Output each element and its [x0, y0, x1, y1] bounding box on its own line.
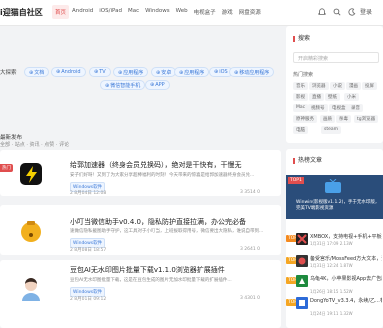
hot-search-tag[interactable]: 直播 — [309, 93, 324, 101]
post-card[interactable]: 豆包AI无水印图片批量下载v1.1.0浏览器扩展插件 豆包AI无水印图批量下载，… — [0, 260, 281, 328]
hot-search-tag[interactable]: steam — [321, 126, 342, 134]
post-desc: 安子们好呀！又到了为大家分享超棒福利的时刻！今天带来的惊喜是给郭加速器终身会员兑… — [70, 173, 255, 178]
tag-cloud-label: 大探索 — [0, 70, 17, 76]
post-stats: 3 2641 0 — [240, 247, 261, 252]
tag-pill[interactable]: ⊕移动应用程序 — [229, 67, 275, 77]
hot-search-tag[interactable]: 壁纸 — [325, 93, 340, 101]
login-link[interactable]: 登录 — [360, 7, 372, 16]
hot-search-tag[interactable]: 小说 — [330, 82, 345, 90]
post-stats: 3 3514 0 — [240, 190, 261, 195]
post-title[interactable]: 给郭加速器（终身会员兑换码），绝对是干快有，干慢无 — [70, 160, 242, 170]
latest-title: 最新发布 — [0, 135, 23, 141]
nav-android[interactable]: Android — [69, 5, 96, 19]
hot-top-card[interactable]: TOP1 Winwin(影视版v1.1.2)，手于无水印版，完美TV端影视资源 — [286, 175, 383, 219]
post-card[interactable]: 热门 给郭加速器（终身会员兑换码），绝对是干快有，干慢无 安子们好呀！又到了为大… — [0, 150, 281, 196]
rank-meta: 1月31日 17:09 2.13W — [310, 241, 353, 246]
post-desc: 速做信隐私截图助手守护，这工具对于小叮当，上班拔取得用号，微信要出大隐私，谁说自… — [70, 229, 264, 234]
tag-cloud: 大探索 ⊕文档 ⊕Android ⊕TV ⊕应用程序 ⊕安卓 ⊕应用程序 ⊕iO… — [0, 26, 281, 104]
nav-mac[interactable]: Mac — [125, 5, 142, 19]
tag-pill[interactable]: ⊕文档 — [24, 67, 50, 77]
search-icon[interactable] — [333, 8, 341, 16]
nav-games[interactable]: 游戏 — [219, 5, 236, 19]
bell-icon[interactable] — [318, 8, 326, 16]
hot-search-tag[interactable]: 杀毒 — [336, 115, 351, 123]
nav-home[interactable]: 首页 — [52, 5, 70, 19]
post-card[interactable]: 小叮当微信助手v0.4.0，隐私防护直接拉满，办公完必备 速做信隐私截图助手守护… — [0, 205, 281, 255]
tag-pill[interactable]: ⊕安卓 — [151, 67, 177, 77]
hot-search-tag[interactable]: Mac — [293, 104, 309, 112]
tag-pill[interactable]: ⊕Android — [51, 67, 86, 77]
rank-meta: 1月24日 19:11 1.32W — [310, 311, 353, 316]
hot-search-tag[interactable]: 原神服务 — [293, 115, 317, 123]
rank-title[interactable]: 备受宫乐/MossFeed方大文本，资源已全部直播应用中 — [310, 255, 382, 262]
post-title[interactable]: 小叮当微信助手v0.4.0，隐私防护直接拉满，办公完必备 — [70, 217, 246, 227]
nav-ios[interactable]: iOS/iPad — [96, 5, 125, 19]
post-stats: 3 4301 0 — [240, 296, 261, 301]
post-title[interactable]: 豆包AI无水印图片批量下载v1.1.0浏览器扩展插件 — [70, 265, 225, 275]
theme-toggle-icon[interactable] — [348, 8, 356, 16]
hot-search-tag[interactable]: tg浏览器 — [354, 115, 379, 123]
post-date: 2 8月08日 18:57 — [70, 248, 107, 253]
top1-title[interactable]: Winwin(影视版v1.1.2)，手于无水印版，完美TV端影视资源 — [296, 200, 380, 212]
tag-pill[interactable]: ⊕APP — [145, 80, 170, 90]
post-thumbnail[interactable] — [18, 218, 44, 244]
rank-meta: 1月31日 12:24 1.87W — [310, 263, 353, 268]
hot-badge: 热门 — [0, 164, 13, 172]
sidebar-search-panel: 搜索 开启精彩搜索 热门搜索 音乐 浏览器 小说 漫画 投屏 影视 直播 壁纸 … — [286, 26, 383, 143]
hot-search-tag[interactable]: 画质 — [320, 115, 335, 123]
nav-netdisk[interactable]: 网盘资源 — [236, 5, 264, 19]
post-desc: 豆包AI无水印图批量下载，这是在豆包生成的图片无加水印批量下载的扩展插件... — [70, 278, 232, 283]
post-date: 2 8月01日 09:12 — [70, 297, 107, 302]
tag-pill[interactable]: ⊕TV — [89, 67, 111, 77]
latest-filter[interactable]: 全部 · 站点 · 资讯 · 点赞 · 评论 — [0, 141, 69, 148]
nav-web[interactable]: Web — [173, 5, 191, 19]
site-logo[interactable]: i迎猫自社区 — [0, 7, 43, 18]
hot-search-tag[interactable]: 录音 — [348, 104, 363, 112]
hot-search-tag[interactable]: 影视 — [293, 93, 308, 101]
search-panel-title: 搜索 — [293, 33, 310, 42]
sidebar-hot-panel: 热榜文章 TOP1 Winwin(影视版v1.1.2)，手于无水印版，完美TV端… — [286, 149, 383, 328]
hot-search-tag[interactable]: 漫画 — [346, 82, 361, 90]
post-thumbnail[interactable] — [18, 275, 44, 301]
rank-title[interactable]: XMBOX，支持电视+手机+平板播放资源APP — [310, 233, 382, 240]
tag-pill[interactable]: ⊕微信智能手机 — [100, 80, 146, 90]
rank-title[interactable]: DongYoTV_v3.3.4，永续/乙...有个超好很适合看的好物 — [310, 297, 382, 304]
post-thumbnail[interactable] — [18, 161, 44, 187]
rank-thumbnail[interactable] — [296, 275, 308, 287]
tv-icon — [325, 179, 341, 193]
post-date: 2 8月04日 12:08 — [70, 191, 107, 196]
hot-panel-title: 热榜文章 — [293, 155, 322, 164]
rank-thumbnail[interactable] — [296, 255, 308, 267]
hot-search-tag[interactable]: 电视盒 — [329, 104, 349, 112]
tag-pill[interactable]: ⊕应用程序 — [113, 67, 149, 77]
rank-title[interactable]: 乌龟4K，小苹果影视App去广告版，资源完整，还能在电视上用 — [310, 275, 382, 282]
hot-search-tag[interactable]: 小米 — [344, 93, 359, 101]
hot-search-label: 热门搜索 — [293, 72, 314, 78]
tag-pill[interactable]: ⊕应用程序 — [174, 67, 210, 77]
main-nav: 首页 Android iOS/iPad Mac Windows Web 电视盒子… — [52, 5, 264, 19]
hot-search-tag[interactable]: 电脑 — [293, 126, 308, 134]
hot-search-tag[interactable]: 浏览器 — [309, 82, 329, 90]
rank-thumbnail[interactable] — [296, 297, 308, 309]
hot-search-tag[interactable]: 投屏 — [362, 82, 377, 90]
top-navigation-bar: i迎猫自社区 首页 Android iOS/iPad Mac Windows W… — [0, 0, 383, 26]
rank-thumbnail[interactable] — [296, 233, 308, 245]
sidebar-search-input[interactable]: 开启精彩搜索 — [293, 52, 379, 63]
nav-windows[interactable]: Windows — [142, 5, 173, 19]
rank-meta: 1月26日 18:15 1.52W — [310, 289, 353, 294]
hot-search-tag[interactable]: 音乐 — [293, 82, 308, 90]
top1-badge: TOP1 — [288, 177, 304, 184]
nav-tvbox[interactable]: 电视盒子 — [191, 5, 219, 19]
hot-search-tag[interactable]: 视频号 — [308, 104, 328, 112]
